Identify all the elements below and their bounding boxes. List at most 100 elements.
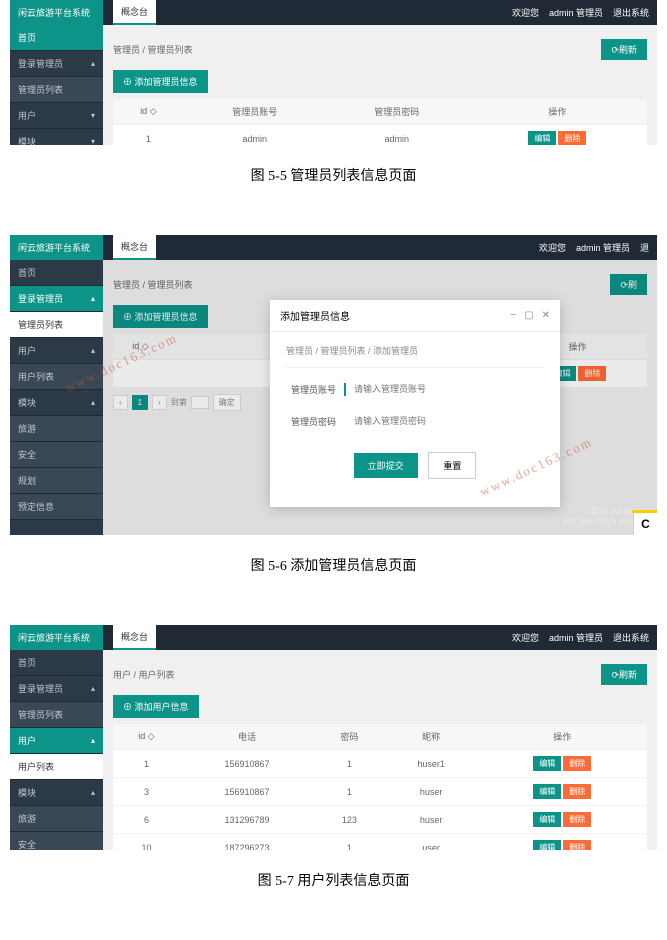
tab-dashboard[interactable]: 概念台 <box>113 235 156 260</box>
reset-button[interactable]: 重置 <box>428 452 476 479</box>
tab-dashboard[interactable]: 概念台 <box>113 0 156 25</box>
sidebar-item-security[interactable]: 安全 <box>10 442 103 468</box>
sidebar-item-admin-list[interactable]: 管理员列表 <box>10 312 103 338</box>
refresh-button[interactable]: ⟳刷新 <box>601 39 647 60</box>
edit-button[interactable]: 编辑 <box>533 756 561 771</box>
topbar-right: 欢迎您 admin 管理员 退出系统 <box>512 631 649 644</box>
welcome-text: 欢迎您 <box>512 6 539 19</box>
delete-button[interactable]: 删除 <box>563 812 591 827</box>
table-row: 101872962731user编辑删除 <box>113 834 647 851</box>
delete-button[interactable]: 删除 <box>563 784 591 799</box>
minimize-icon[interactable]: − <box>510 310 516 321</box>
th-action: 操作 <box>478 724 647 750</box>
edit-button[interactable]: 编辑 <box>528 131 556 145</box>
submit-button[interactable]: 立即提交 <box>354 453 418 478</box>
sidebar-item-user-list[interactable]: 用户列表 <box>10 364 103 390</box>
topbar-right: 欢迎您 admin 管理员 退 <box>539 241 649 254</box>
add-admin-button[interactable]: ⊕ 添加管理员信息 <box>113 70 208 93</box>
table-row: 31569108671huser编辑删除 <box>113 778 647 806</box>
input-password[interactable] <box>346 412 544 430</box>
add-admin-modal: 添加管理员信息 − ▢ ✕ 管理员 / 管理员列表 / 添加管理员 管理员账号 … <box>270 300 560 507</box>
table-row: 6131296789123huser编辑删除 <box>113 806 647 834</box>
corner-badge: C <box>633 511 657 535</box>
logout-link[interactable]: 退 <box>640 241 649 254</box>
sidebar-item-user[interactable]: 用户▴ <box>10 728 103 754</box>
main-content: 管理员 / 管理员列表 ⟳刷新 ⊕ 添加管理员信息 id ◇ 管理员账号 管理员… <box>103 25 657 145</box>
th-action: 操作 <box>468 99 647 125</box>
edit-button[interactable]: 编辑 <box>533 784 561 799</box>
delete-button[interactable]: 删除 <box>563 840 591 850</box>
sort-icon[interactable]: ◇ <box>150 106 157 116</box>
figure-5-6: 闲云旅游平台系统 概念台 欢迎您 admin 管理员 退 首页 登录管理员▴ 管… <box>0 235 667 595</box>
th-account: 管理员账号 <box>184 99 326 125</box>
caret-down-icon: ▾ <box>91 111 95 120</box>
main-content: 用户 / 用户列表 ⟳刷新 ⊕ 添加用户信息 id ◇ 电话 密码 昵称 操作 … <box>103 650 657 850</box>
sidebar-item-security[interactable]: 安全 <box>10 832 103 850</box>
user-role[interactable]: admin 管理员 <box>576 241 630 254</box>
sidebar-item-admin-list[interactable]: 管理员列表 <box>10 77 103 103</box>
sidebar-item-user[interactable]: 用户▴ <box>10 338 103 364</box>
topbar: 闲云旅游平台系统 概念台 欢迎您 admin 管理员 退出系统 <box>10 625 657 650</box>
delete-button[interactable]: 删除 <box>558 131 586 145</box>
sidebar-item-module[interactable]: 模块▾ <box>10 129 103 145</box>
th-password: 密码 <box>314 724 385 750</box>
sidebar-item-login-admin[interactable]: 登录管理员▴ <box>10 676 103 702</box>
th-id[interactable]: id ◇ <box>113 724 180 750</box>
sidebar-item-user[interactable]: 用户▾ <box>10 103 103 129</box>
breadcrumb: 管理员 / 管理员列表 ⟳刷新 <box>113 35 647 64</box>
th-nickname: 昵称 <box>385 724 478 750</box>
input-account[interactable] <box>346 380 544 398</box>
sidebar: 首页 登录管理员▴ 管理员列表 用户▾ 模块▾ <box>10 25 103 145</box>
topbar-right: 欢迎您 admin 管理员 退出系统 <box>512 6 649 19</box>
sidebar-item-home[interactable]: 首页 <box>10 260 103 286</box>
sidebar: 首页 登录管理员▴ 管理员列表 用户▴ 用户列表 模块▴ 旅游 安全 规划 预定… <box>10 260 103 535</box>
sort-icon[interactable]: ◇ <box>148 731 155 741</box>
maximize-icon[interactable]: ▢ <box>524 310 533 321</box>
modal-actions: 立即提交 重置 <box>286 444 544 495</box>
sidebar-item-plan[interactable]: 规划 <box>10 468 103 494</box>
edit-button[interactable]: 编辑 <box>533 812 561 827</box>
form-row-account: 管理员账号 <box>286 380 544 398</box>
sidebar-item-booking[interactable]: 预定信息 <box>10 494 103 520</box>
sidebar-item-home[interactable]: 首页 <box>10 25 103 51</box>
sidebar-item-home[interactable]: 首页 <box>10 650 103 676</box>
modal-header: 添加管理员信息 − ▢ ✕ <box>270 300 560 332</box>
caption-5-7: 图 5-7 用户列表信息页面 <box>0 850 667 910</box>
modal-title: 添加管理员信息 <box>280 308 350 323</box>
form-row-password: 管理员密码 <box>286 412 544 430</box>
caret-up-icon: ▴ <box>91 736 95 745</box>
welcome-text: 欢迎您 <box>539 241 566 254</box>
topbar: 闲云旅游平台系统 概念台 欢迎您 admin 管理员 退 <box>10 235 657 260</box>
user-table: id ◇ 电话 密码 昵称 操作 11569108671huser1编辑删除31… <box>113 724 647 850</box>
caret-up-icon: ▴ <box>91 294 95 303</box>
brand: 闲云旅游平台系统 <box>10 235 103 260</box>
welcome-text: 欢迎您 <box>512 631 539 644</box>
th-phone: 电话 <box>180 724 314 750</box>
delete-button[interactable]: 删除 <box>563 756 591 771</box>
screenshot-user-list: 闲云旅游平台系统 概念台 欢迎您 admin 管理员 退出系统 首页 登录管理员… <box>10 625 657 850</box>
sidebar-item-login-admin[interactable]: 登录管理员▴ <box>10 286 103 312</box>
logout-link[interactable]: 退出系统 <box>613 6 649 19</box>
sidebar-item-travel[interactable]: 旅游 <box>10 806 103 832</box>
logout-link[interactable]: 退出系统 <box>613 631 649 644</box>
user-role[interactable]: admin 管理员 <box>549 631 603 644</box>
caption-5-6: 图 5-6 添加管理员信息页面 <box>0 535 667 595</box>
add-user-button[interactable]: ⊕ 添加用户信息 <box>113 695 199 718</box>
sidebar-item-travel[interactable]: 旅游 <box>10 416 103 442</box>
table-row: 1 admin admin 编辑删除 <box>113 125 647 146</box>
tab-dashboard[interactable]: 概念台 <box>113 625 156 650</box>
sidebar-item-user-list[interactable]: 用户列表 <box>10 754 103 780</box>
th-id[interactable]: id ◇ <box>113 99 184 125</box>
sidebar-item-login-admin[interactable]: 登录管理员▴ <box>10 51 103 77</box>
modal-body: 管理员 / 管理员列表 / 添加管理员 管理员账号 管理员密码 立即提交 重置 <box>270 332 560 507</box>
user-role[interactable]: admin 管理员 <box>549 6 603 19</box>
edit-button[interactable]: 编辑 <box>533 840 561 850</box>
refresh-button[interactable]: ⟳刷新 <box>601 664 647 685</box>
sidebar-item-module[interactable]: 模块▴ <box>10 390 103 416</box>
close-icon[interactable]: ✕ <box>542 310 550 321</box>
caret-up-icon: ▴ <box>91 684 95 693</box>
sidebar: 首页 登录管理员▴ 管理员列表 用户▴ 用户列表 模块▴ 旅游 安全 <box>10 650 103 850</box>
figure-5-7: 闲云旅游平台系统 概念台 欢迎您 admin 管理员 退出系统 首页 登录管理员… <box>0 625 667 910</box>
sidebar-item-module[interactable]: 模块▴ <box>10 780 103 806</box>
sidebar-item-admin-list[interactable]: 管理员列表 <box>10 702 103 728</box>
